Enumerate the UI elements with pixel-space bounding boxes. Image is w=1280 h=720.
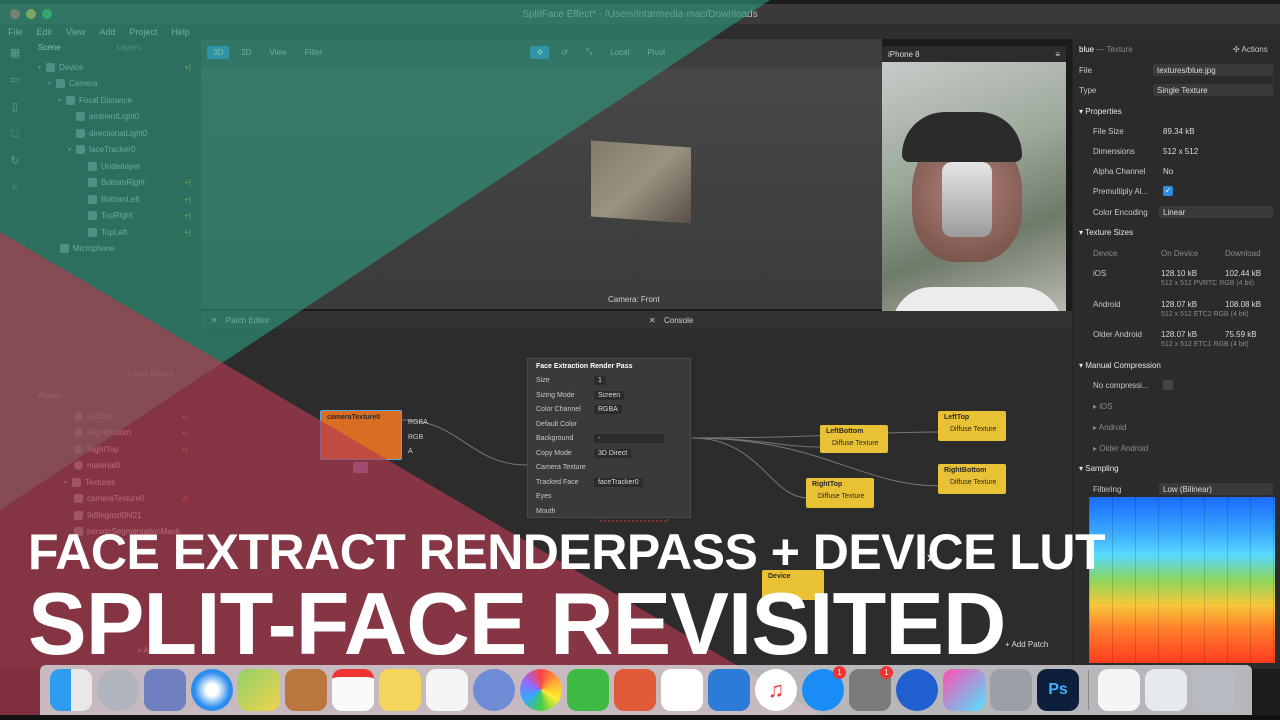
calendar-icon[interactable] [332, 669, 374, 711]
document-icon[interactable] [1098, 669, 1140, 711]
dock-separator [1088, 670, 1089, 710]
mouse-cursor-icon: ➤ [926, 551, 937, 565]
quicktime-icon[interactable] [896, 669, 938, 711]
trash-icon[interactable] [1192, 669, 1234, 711]
right-bottom-node[interactable]: RightBottom Diffuse Texture [938, 464, 1006, 494]
rp-tracked-face: Tracked Face faceTracker0 [528, 475, 690, 490]
rp-copy-mode: Copy Mode 3D Direct [528, 446, 690, 461]
utility-app-icon[interactable] [990, 669, 1032, 711]
stamp-app-icon[interactable] [144, 669, 186, 711]
rp-mouth: Mouth [536, 507, 556, 515]
camera-node-ports: RGBA RGB A [408, 419, 428, 455]
left-top-node[interactable]: LeftTop Diffuse Texture [938, 411, 1006, 441]
dock: ♫ 1 1 Ps [40, 665, 1252, 715]
screenshot-folder-icon[interactable] [1145, 669, 1187, 711]
sketch-style-app-icon[interactable] [943, 669, 985, 711]
music-icon[interactable]: ♫ [755, 669, 797, 711]
messages-icon[interactable] [473, 669, 515, 711]
add-patch-button[interactable]: + Add Patch [1005, 640, 1048, 649]
rp-default-color: Default Color [536, 420, 577, 428]
face-extraction-render-pass-node[interactable]: Face Extraction Render Pass Size 1 Sizing… [527, 358, 691, 518]
headline-line-2: SPLIT-FACE REVISITED [28, 574, 1006, 673]
presentation-icon[interactable] [614, 669, 656, 711]
app-store-icon[interactable]: 1 [802, 666, 846, 711]
numbers-icon[interactable] [661, 669, 703, 711]
notes-icon[interactable] [379, 669, 421, 711]
photoshop-icon[interactable]: Ps [1037, 669, 1079, 711]
facetime-icon[interactable] [567, 669, 609, 711]
finder-icon[interactable] [50, 669, 92, 711]
camera-texture-node[interactable]: cameraTexture0 [320, 410, 402, 460]
rp-background: Background - [528, 432, 690, 447]
rp-size: Size 1 [528, 374, 690, 389]
camera-badge-icon [353, 462, 368, 473]
rp-eyes: Eyes [536, 493, 552, 501]
maps-icon[interactable] [238, 669, 280, 711]
bottom-edge [0, 715, 1280, 720]
render-pass-title: Face Extraction Render Pass [536, 362, 633, 370]
safari-icon[interactable] [191, 669, 233, 711]
headline-line-1: FACE EXTRACT RENDERPASS + DEVICE LUT [28, 524, 1106, 580]
left-bottom-node[interactable]: LeftBottom Diffuse Texture [820, 425, 888, 453]
system-preferences-icon[interactable]: 1 [849, 666, 893, 711]
rp-color-channel: Color Channel RGBA [528, 403, 690, 418]
rp-camera-texture: Camera Texture [536, 464, 586, 472]
photos-icon[interactable] [520, 669, 562, 711]
right-top-node[interactable]: RightTop Diffuse Texture [806, 478, 874, 508]
launchpad-icon[interactable] [97, 669, 139, 711]
keynote-icon[interactable] [708, 669, 750, 711]
reminders-icon[interactable] [426, 669, 468, 711]
contacts-icon[interactable] [285, 669, 327, 711]
rp-sizing-mode: Sizing Mode Screen [528, 388, 690, 403]
